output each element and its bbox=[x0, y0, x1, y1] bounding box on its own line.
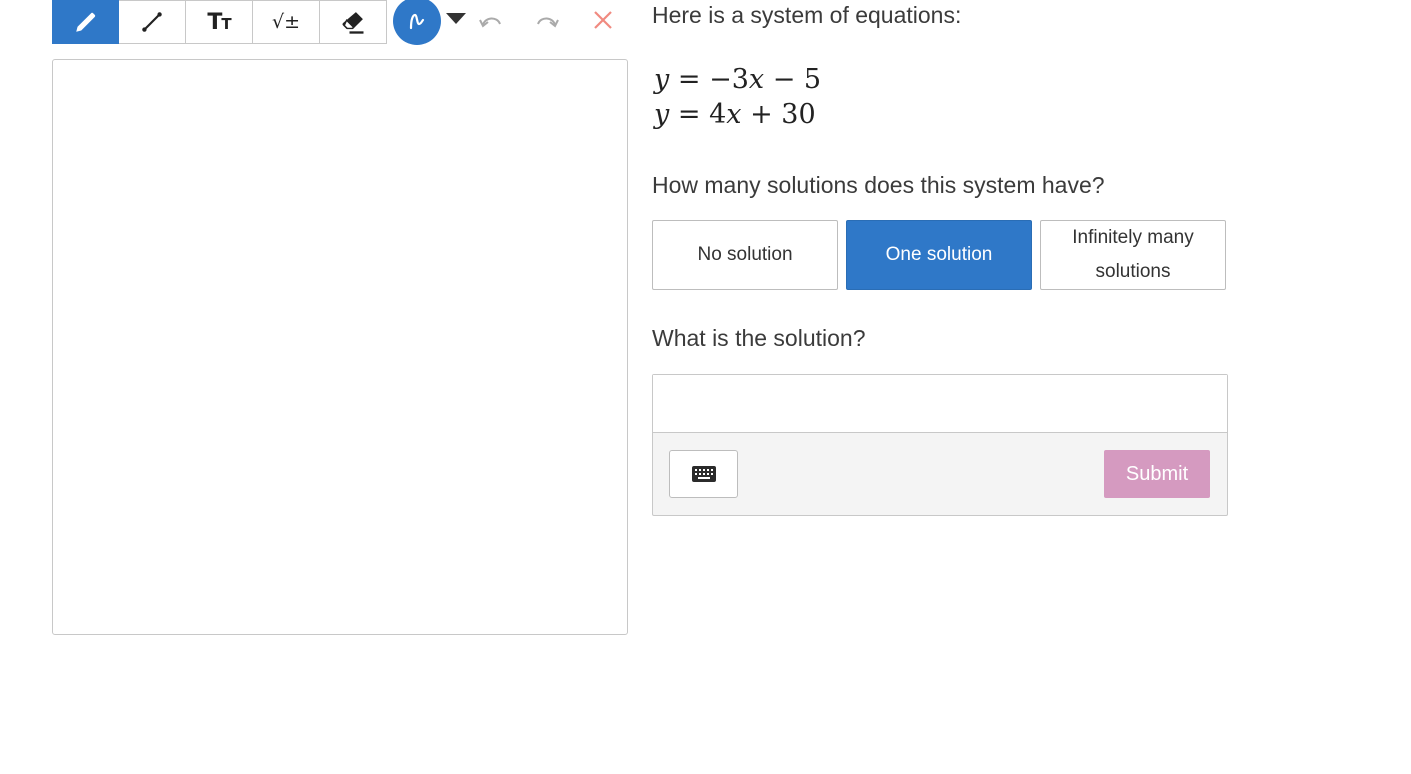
squiggle-icon bbox=[409, 13, 425, 30]
question-intro: Here is a system of equations: bbox=[652, 2, 962, 28]
line-tool-button[interactable] bbox=[119, 0, 186, 44]
chevron-down-icon[interactable] bbox=[446, 13, 466, 24]
line-icon bbox=[142, 12, 162, 32]
answer-box: Submit bbox=[652, 374, 1228, 516]
solution-count-question: How many solutions does this system have… bbox=[652, 172, 1105, 198]
pencil-tool-button[interactable] bbox=[52, 0, 119, 44]
equation-1: y = −3x − 5 bbox=[654, 64, 822, 95]
math-tool-button[interactable]: √± bbox=[253, 0, 320, 44]
text-icon: TT bbox=[207, 9, 231, 35]
pencil-icon bbox=[75, 12, 95, 32]
choice-one-solution[interactable]: One solution bbox=[846, 220, 1032, 290]
text-tool-button[interactable]: TT bbox=[186, 0, 253, 44]
drawing-canvas[interactable] bbox=[52, 59, 628, 635]
choice-no-solution[interactable]: No solution bbox=[652, 220, 838, 290]
keyboard-icon bbox=[691, 466, 716, 482]
submit-button[interactable]: Submit bbox=[1104, 450, 1210, 498]
math-icon: √± bbox=[271, 11, 301, 33]
keyboard-button[interactable] bbox=[669, 450, 738, 498]
answer-input[interactable] bbox=[653, 375, 1227, 433]
solution-count-choices: No solution One solution Infinitely many… bbox=[652, 220, 1226, 290]
choice-infinitely-many[interactable]: Infinitely many solutions bbox=[1040, 220, 1226, 290]
solution-question: What is the solution? bbox=[652, 325, 866, 351]
undo-icon[interactable] bbox=[478, 8, 504, 32]
pen-color-button[interactable] bbox=[393, 0, 441, 45]
eraser-icon bbox=[342, 12, 364, 34]
redo-icon[interactable] bbox=[534, 8, 560, 32]
eraser-tool-button[interactable] bbox=[320, 0, 387, 44]
drawing-toolbar: TT √± bbox=[52, 0, 387, 45]
close-icon[interactable] bbox=[592, 9, 614, 31]
equation-2: y = 4x + 30 bbox=[654, 99, 816, 130]
